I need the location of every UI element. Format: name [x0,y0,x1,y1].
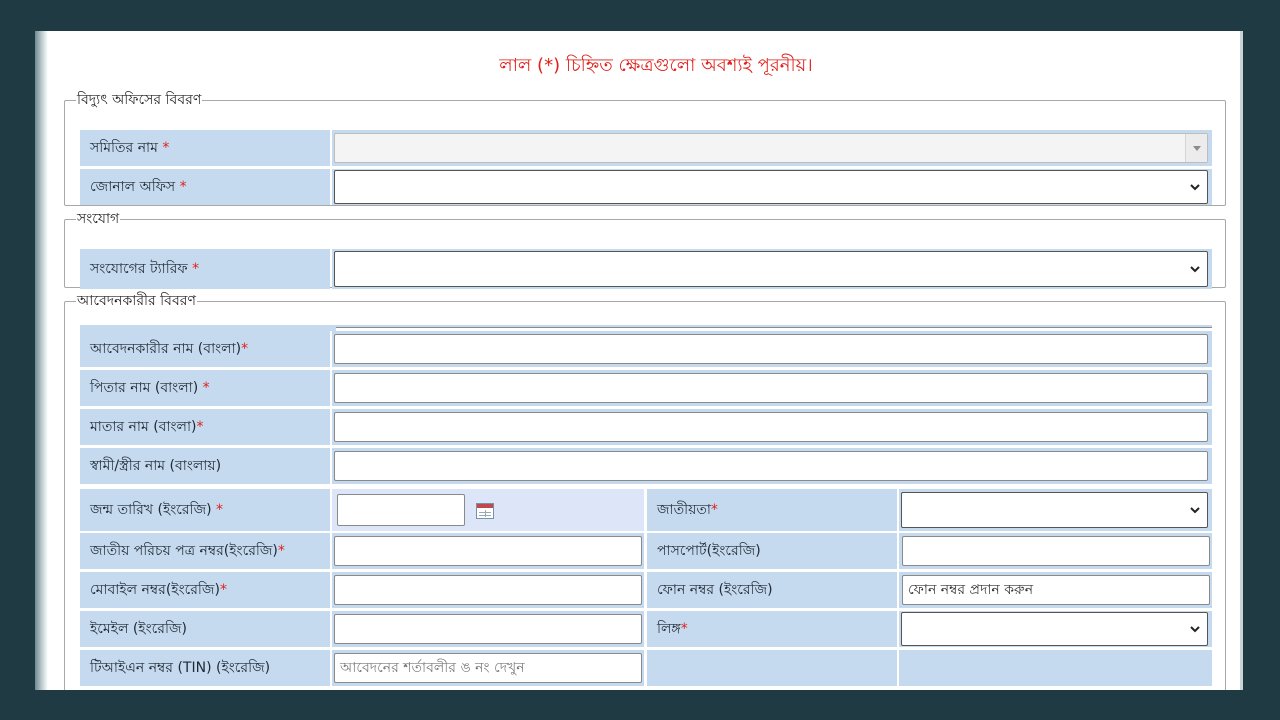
spouse-name-cell [332,448,1212,484]
mobile-label: মোবাইল নম্বর(ইংরেজি)* [80,572,330,608]
father-name-row: পিতার নাম (বাংলা) * [80,370,1212,406]
gender-label: লিঙ্গ* [647,611,897,647]
tin-cell: আবেদনের শর্তাবলীর ঙ নং দেখুন [332,650,644,686]
email-input[interactable] [334,614,642,644]
nid-input[interactable] [334,536,642,566]
father-name-input[interactable] [334,373,1208,403]
dob-row: জন্ম তারিখ (ইংরেজি) * জাতীয়তা* [80,489,1212,531]
samity-row: সমিতির নাম * [80,130,1212,166]
connection-section-legend: সংযোগ [77,211,120,227]
chevron-down-icon [1190,184,1200,191]
applicant-name-input[interactable] [334,334,1208,364]
applicant-section-legend: আবেদনকারীর বিবরণ [77,293,196,309]
zonal-select[interactable] [334,170,1208,204]
office-section: বিদ্যুৎ অফিসের বিবরণ সমিতির নাম * জোনাল … [64,88,1226,206]
nationality-label: জাতীয়তা* [647,489,897,531]
tariff-label: সংযোগের ট্যারিফ * [80,249,330,289]
gender-cell [899,611,1212,647]
dob-label: জন্ম তারিখ (ইংরেজি) * [80,489,330,531]
connection-section: সংযোগ সংযোগের ট্যারিফ * [64,207,1226,289]
samity-cell [332,130,1212,166]
tariff-row: সংযোগের ট্যারিফ * [80,249,1212,289]
dob-cell [332,489,644,531]
frame-left-edge [35,31,48,690]
zonal-cell [332,169,1212,205]
chevron-down-icon [1190,266,1200,273]
spouse-name-row: স্বামী/স্ত্রীর নাম (বাংলায়) [80,448,1212,484]
father-name-label: পিতার নাম (বাংলা) * [80,370,330,406]
dob-input[interactable] [337,494,465,526]
dropdown-arrow-icon [1193,146,1201,151]
chevron-down-icon [1190,507,1200,514]
email-row: ইমেইল (ইংরেজি) লিঙ্গ* [80,611,1212,647]
passport-cell [899,533,1212,569]
nid-label: জাতীয় পরিচয় পত্র নম্বর(ইংরেজি)* [80,533,330,569]
mother-name-cell [332,409,1212,445]
spouse-name-label: স্বামী/স্ত্রীর নাম (বাংলায়) [80,448,330,484]
nid-cell [332,533,644,569]
spouse-name-input[interactable] [334,451,1208,481]
tin-row: টিআইএন নম্বর (TIN) (ইংরেজি) আবেদনের শর্ত… [80,650,1212,686]
tin-label: টিআইএন নম্বর (TIN) (ইংরেজি) [80,650,330,686]
nid-row: জাতীয় পরিচয় পত্র নম্বর(ইংরেজি)* পাসপোর… [80,533,1212,569]
zonal-row: জোনাল অফিস * [80,169,1212,205]
zonal-label: জোনাল অফিস * [80,169,330,205]
samity-label: সমিতির নাম * [80,130,330,166]
father-name-cell [332,370,1212,406]
empty-cell-1 [647,650,897,686]
mobile-cell [332,572,644,608]
combo-arrow-box[interactable] [1185,134,1207,162]
empty-cell-2 [899,650,1212,686]
mother-name-label: মাতার নাম (বাংলা)* [80,409,330,445]
mobile-row: মোবাইল নম্বর(ইংরেজি)* ফোন নম্বর (ইংরেজি)… [80,572,1212,608]
gender-select[interactable] [901,612,1208,646]
calendar-icon[interactable] [476,503,494,519]
frame-right-edge [1240,31,1243,690]
mother-name-row: মাতার নাম (বাংলা)* [80,409,1212,445]
applicant-name-label: আবেদনকারীর নাম (বাংলা)* [80,331,330,367]
form-frame: লাল (*) চিহ্নিত ক্ষেত্রগুলো অবশ্যই পূরনী… [35,31,1243,690]
nationality-cell [899,489,1212,531]
tariff-select[interactable] [334,251,1208,287]
office-section-legend: বিদ্যুৎ অফিসের বিবরণ [77,92,202,108]
applicant-name-row: আবেদনকারীর নাম (বাংলা)* [80,331,1212,367]
phone-cell: ফোন নম্বর প্রদান করুন [899,572,1212,608]
applicant-name-cell [332,331,1212,367]
chevron-down-icon [1190,626,1200,633]
mother-name-input[interactable] [334,412,1208,442]
phone-input[interactable]: ফোন নম্বর প্রদান করুন [902,575,1210,605]
passport-label: পাসপোর্ট(ইংরেজি) [647,533,897,569]
nationality-select[interactable] [901,492,1208,528]
applicant-section: আবেদনকারীর বিবরণ আবেদনকারীর নাম (বাংলা)*… [64,289,1226,690]
mobile-input[interactable] [334,575,642,605]
tariff-cell [332,249,1212,289]
passport-input[interactable] [902,536,1210,566]
tin-input[interactable]: আবেদনের শর্তাবলীর ঙ নং দেখুন [334,653,642,683]
email-cell [332,611,644,647]
email-label: ইমেইল (ইংরেজি) [80,611,330,647]
samity-combobox[interactable] [334,133,1208,163]
required-notice: লাল (*) চিহ্নিত ক্ষেত্রগুলো অবশ্যই পূরনী… [499,55,813,76]
phone-label: ফোন নম্বর (ইংরেজি) [647,572,897,608]
